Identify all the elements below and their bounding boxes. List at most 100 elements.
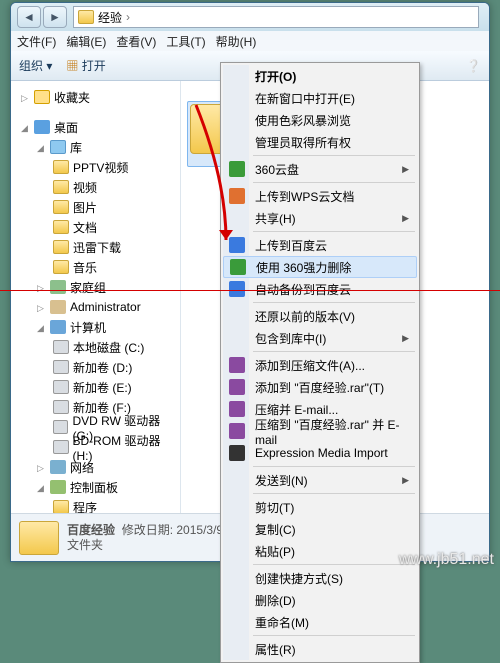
network-icon	[50, 460, 66, 474]
drive-icon	[53, 440, 69, 454]
organize-button[interactable]: 组织 ▾	[19, 57, 52, 74]
tree-desktop[interactable]: ◢桌面	[11, 117, 180, 137]
separator	[253, 231, 415, 232]
ctx-wps-upload[interactable]: 上传到WPS云文档	[223, 185, 417, 207]
tree-lib-item[interactable]: 图片	[11, 197, 180, 217]
tree-admin[interactable]: ▷Administrator	[11, 297, 180, 317]
path-segment[interactable]: 经验	[98, 9, 122, 26]
folder-icon	[53, 200, 69, 214]
forward-button[interactable]: ►	[43, 6, 67, 28]
ctx-baidu-backup[interactable]: 自动备份到百度云	[223, 278, 417, 300]
ctx-open-new-window[interactable]: 在新窗口中打开(E)	[223, 87, 417, 109]
rar-icon	[229, 379, 245, 395]
tree-lib-item[interactable]: 音乐	[11, 257, 180, 277]
folder-icon	[53, 180, 69, 194]
path-sep: ›	[126, 10, 130, 24]
ctx-360-force-delete[interactable]: 使用 360强力删除	[223, 256, 417, 278]
baidu-icon	[229, 237, 245, 253]
tree-libraries[interactable]: ◢库	[11, 137, 180, 157]
menubar: 文件(F) 编辑(E) 查看(V) 工具(T) 帮助(H)	[11, 31, 489, 51]
ctx-paste[interactable]: 粘贴(P)	[223, 540, 417, 562]
tree-favorites[interactable]: ▷收藏夹	[11, 87, 180, 107]
cloud-icon	[229, 161, 245, 177]
ctx-send-to[interactable]: 发送到(N)▶	[223, 469, 417, 491]
drive-icon	[53, 400, 69, 414]
ctx-expression-import[interactable]: Expression Media Import	[223, 442, 417, 464]
separator	[253, 302, 415, 303]
tree-homegroup[interactable]: ▷家庭组	[11, 277, 180, 297]
computer-icon	[50, 320, 66, 334]
ctx-shortcut[interactable]: 创建快捷方式(S)	[223, 567, 417, 589]
separator	[253, 155, 415, 156]
ctx-colorstorm[interactable]: 使用色彩风暴浏览	[223, 109, 417, 131]
menu-file[interactable]: 文件(F)	[17, 33, 56, 50]
separator	[253, 493, 415, 494]
submenu-arrow-icon: ▶	[402, 213, 409, 224]
back-button[interactable]: ◄	[17, 6, 41, 28]
ctx-admin-own[interactable]: 管理员取得所有权	[223, 131, 417, 153]
baidu-icon	[229, 281, 245, 297]
submenu-arrow-icon: ▶	[402, 164, 409, 175]
rar-icon	[229, 357, 245, 373]
tree-drive[interactable]: 新加卷 (D:)	[11, 357, 180, 377]
rar-icon	[229, 423, 245, 439]
ctx-properties[interactable]: 属性(R)	[223, 638, 417, 660]
ctx-include-lib[interactable]: 包含到库中(I)▶	[223, 327, 417, 349]
ctx-baidu-upload[interactable]: 上传到百度云	[223, 234, 417, 256]
ctx-rename[interactable]: 重命名(M)	[223, 611, 417, 633]
ctx-share[interactable]: 共享(H)▶	[223, 207, 417, 229]
folder-icon	[53, 500, 69, 514]
tree-lib-item[interactable]: 迅雷下载	[11, 237, 180, 257]
ctx-copy[interactable]: 复制(C)	[223, 518, 417, 540]
annotation-line	[0, 290, 500, 291]
ctx-open[interactable]: 打开(O)	[223, 65, 417, 87]
folder-icon	[78, 10, 94, 24]
submenu-arrow-icon: ▶	[402, 475, 409, 486]
help-button[interactable]: ❔	[466, 59, 481, 73]
folder-icon	[19, 521, 59, 555]
homegroup-icon	[50, 280, 66, 294]
ctx-delete[interactable]: 删除(D)	[223, 589, 417, 611]
tree-lib-item[interactable]: 视频	[11, 177, 180, 197]
menu-tools[interactable]: 工具(T)	[166, 33, 205, 50]
user-icon	[50, 300, 66, 314]
drive-icon	[53, 360, 69, 374]
ctx-add-archive-named[interactable]: 添加到 "百度经验.rar"(T)	[223, 376, 417, 398]
tree-lib-item[interactable]: 文档	[11, 217, 180, 237]
ctx-restore[interactable]: 还原以前的版本(V)	[223, 305, 417, 327]
address-bar[interactable]: 经验 ›	[73, 6, 479, 28]
tree-computer[interactable]: ◢计算机	[11, 317, 180, 337]
folder-icon	[53, 260, 69, 274]
ctx-add-archive[interactable]: 添加到压缩文件(A)...	[223, 354, 417, 376]
library-icon	[50, 140, 66, 154]
star-icon	[34, 90, 50, 104]
menu-help[interactable]: 帮助(H)	[216, 33, 257, 50]
ctx-cut[interactable]: 剪切(T)	[223, 496, 417, 518]
menu-edit[interactable]: 编辑(E)	[66, 33, 106, 50]
separator	[253, 466, 415, 467]
open-button[interactable]: ▦ 打开	[66, 57, 105, 74]
nav-tree[interactable]: ▷收藏夹 ◢桌面 ◢库 PPTV视频 视频 图片 文档 迅雷下载 音乐 ▷家庭组…	[11, 81, 181, 521]
desktop-icon	[34, 120, 50, 134]
drive-icon	[53, 340, 69, 354]
folder-icon	[53, 240, 69, 254]
folder-icon	[53, 220, 69, 234]
separator	[253, 351, 415, 352]
watermark: www.jb51.net	[399, 551, 494, 569]
tree-cpanel[interactable]: ◢控制面板	[11, 477, 180, 497]
tree-lib-item[interactable]: PPTV视频	[11, 157, 180, 177]
ctx-compress-email-named[interactable]: 压缩到 "百度经验.rar" 并 E-mail	[223, 420, 417, 442]
tree-drive[interactable]: 本地磁盘 (C:)	[11, 337, 180, 357]
cpanel-icon	[50, 480, 66, 494]
wps-icon	[229, 188, 245, 204]
delete-icon	[230, 259, 246, 275]
expression-icon	[229, 445, 245, 461]
submenu-arrow-icon: ▶	[402, 333, 409, 344]
tree-drive[interactable]: 新加卷 (E:)	[11, 377, 180, 397]
rar-icon	[229, 401, 245, 417]
separator	[253, 564, 415, 565]
tree-drive[interactable]: BD-ROM 驱动器 (H:)	[11, 437, 180, 457]
ctx-360cloud[interactable]: 360云盘▶	[223, 158, 417, 180]
menu-view[interactable]: 查看(V)	[116, 33, 156, 50]
drive-icon	[53, 380, 69, 394]
